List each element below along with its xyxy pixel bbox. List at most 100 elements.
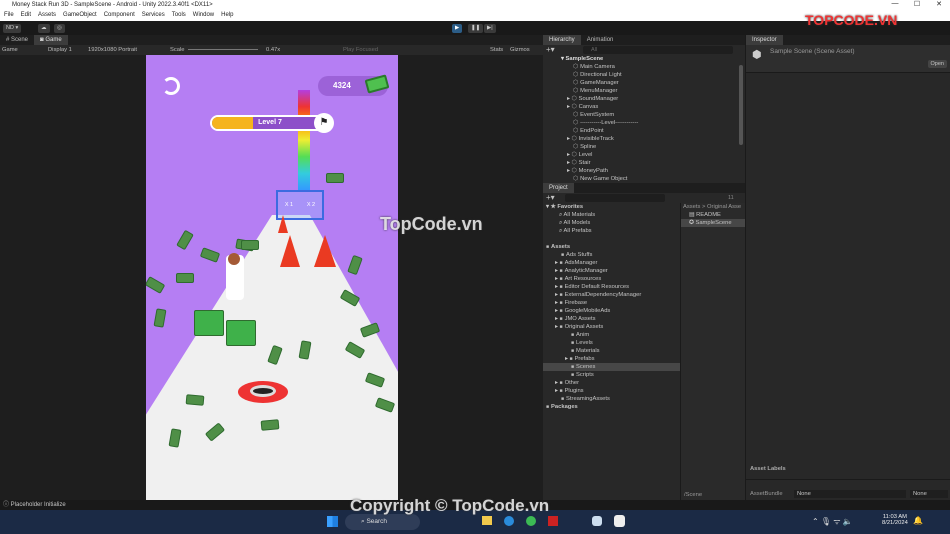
game-view[interactable]: X 1 X 2 4324 Level 7 ⚑: [146, 55, 398, 500]
asset-variant-dropdown[interactable]: None: [910, 490, 948, 498]
tab-scene[interactable]: # Scene: [0, 35, 34, 45]
project-folder[interactable]: Levels: [543, 339, 680, 347]
hierarchy-item[interactable]: New Game Object: [543, 175, 745, 183]
file-samplescene[interactable]: ✪ SampleScene: [681, 219, 745, 227]
menu-edit[interactable]: Edit: [21, 10, 31, 21]
hierarchy-item[interactable]: EventSystem: [543, 111, 745, 119]
tab-inspector[interactable]: Inspector: [746, 35, 783, 45]
hierarchy-item[interactable]: ▸ MoneyPath: [543, 167, 745, 175]
project-folder[interactable]: Scenes: [543, 363, 680, 371]
menu-gameobject[interactable]: GameObject: [63, 10, 97, 21]
scene-root[interactable]: ▾ SampleScene: [543, 55, 745, 63]
add-button[interactable]: +▾: [546, 45, 555, 55]
expand-arrow-icon[interactable]: ▸: [555, 388, 560, 394]
minimize-button[interactable]: —: [884, 0, 906, 10]
assets-folder[interactable]: Assets: [543, 243, 680, 251]
account-button[interactable]: ND ▾: [3, 24, 22, 33]
hierarchy-search-input[interactable]: All: [583, 46, 733, 54]
project-folder[interactable]: ▸ Other: [543, 379, 680, 387]
project-folder[interactable]: ▸ Firebase: [543, 299, 680, 307]
restart-icon[interactable]: [162, 77, 180, 95]
tab-animation[interactable]: Animation: [581, 35, 620, 45]
expand-arrow-icon[interactable]: ▸: [555, 308, 560, 314]
favorite-item[interactable]: ⌕ All Models: [543, 219, 680, 227]
project-folder[interactable]: ▸ AdsManager: [543, 259, 680, 267]
tab-hierarchy[interactable]: Hierarchy: [543, 35, 581, 45]
expand-arrow-icon[interactable]: ▸: [565, 356, 570, 362]
display-dropdown[interactable]: Display 1: [48, 45, 72, 55]
tab-project[interactable]: Project: [543, 183, 574, 193]
hierarchy-item[interactable]: -----------Level------------: [543, 119, 745, 127]
asset-bundle-dropdown[interactable]: None: [794, 490, 906, 498]
hierarchy-scrollbar[interactable]: [739, 65, 743, 145]
project-folder[interactable]: ▸ Original Assets: [543, 323, 680, 331]
stats-button[interactable]: Stats: [490, 45, 503, 55]
expand-arrow-icon[interactable]: ▸: [567, 96, 572, 102]
play-button[interactable]: ▶: [452, 24, 463, 33]
project-folder[interactable]: Materials: [543, 347, 680, 355]
taskbar-search[interactable]: ⌕ Search: [345, 514, 420, 530]
project-folder[interactable]: Ads Stuffs: [543, 251, 680, 259]
project-search-input[interactable]: [565, 194, 665, 202]
expand-arrow-icon[interactable]: ▸: [555, 260, 560, 266]
menu-window[interactable]: Window: [193, 10, 214, 21]
hierarchy-item[interactable]: GameManager: [543, 79, 745, 87]
hierarchy-item[interactable]: ▸ Level: [543, 151, 745, 159]
hierarchy-item[interactable]: ▸ SoundManager: [543, 95, 745, 103]
file-explorer-icon[interactable]: [482, 516, 492, 525]
project-folder[interactable]: Scripts: [543, 371, 680, 379]
hierarchy-item[interactable]: MenuManager: [543, 87, 745, 95]
project-breadcrumb[interactable]: Assets > Original Asse: [681, 203, 745, 211]
expand-arrow-icon[interactable]: ▸: [567, 160, 572, 166]
hierarchy-item[interactable]: Directional Light: [543, 71, 745, 79]
expand-arrow-icon[interactable]: ▸: [555, 300, 560, 306]
app-icon[interactable]: [548, 516, 558, 526]
windows-start-icon[interactable]: [327, 516, 338, 527]
expand-arrow-icon[interactable]: ▸: [567, 136, 572, 142]
expand-arrow-icon[interactable]: ▸: [555, 276, 560, 282]
expand-arrow-icon[interactable]: ▸: [555, 324, 560, 330]
expand-arrow-icon[interactable]: ▸: [555, 316, 560, 322]
hierarchy-item[interactable]: Spline: [543, 143, 745, 151]
tray-icons[interactable]: ⌃ 🎙 ᯤ 🔈: [812, 516, 853, 527]
teams-icon[interactable]: [592, 516, 602, 526]
expand-arrow-icon[interactable]: ▸: [555, 268, 560, 274]
favorite-item[interactable]: ⌕ All Materials: [543, 211, 680, 219]
open-button[interactable]: Open: [927, 60, 947, 68]
play-focused-dropdown[interactable]: Play Focused: [343, 45, 378, 55]
menu-tools[interactable]: Tools: [172, 10, 186, 21]
project-folder[interactable]: ▸ GoogleMobileAds: [543, 307, 680, 315]
project-folder[interactable]: ▸ Plugins: [543, 387, 680, 395]
expand-arrow-icon[interactable]: ▸: [555, 380, 560, 386]
chrome-icon[interactable]: [526, 516, 536, 526]
expand-arrow-icon[interactable]: ▸: [567, 152, 572, 158]
clock[interactable]: 11:03 AM 8/21/2024: [882, 514, 908, 526]
notification-bell-icon[interactable]: 🔔: [913, 516, 923, 525]
menu-component[interactable]: Component: [104, 10, 135, 21]
hierarchy-item[interactable]: ▸ InvisibleTrack: [543, 135, 745, 143]
tab-game[interactable]: ◙ Game: [34, 35, 68, 45]
game-mode-dropdown[interactable]: Game: [2, 45, 18, 55]
cloud-button[interactable]: ☁: [38, 24, 50, 33]
expand-arrow-icon[interactable]: ▸: [555, 292, 560, 298]
project-folder[interactable]: StreamingAssets: [543, 395, 680, 403]
menu-help[interactable]: Help: [221, 10, 233, 21]
create-button[interactable]: +▾: [546, 193, 555, 203]
expand-arrow-icon[interactable]: ▸: [567, 168, 572, 174]
favorites-header[interactable]: ▾ ★ Favorites: [543, 203, 680, 211]
menu-services[interactable]: Services: [142, 10, 165, 21]
close-button[interactable]: ✕: [928, 0, 950, 10]
project-folder[interactable]: ▸ ExternalDependencyManager: [543, 291, 680, 299]
gizmos-button[interactable]: Gizmos: [510, 45, 530, 55]
expand-arrow-icon[interactable]: ▸: [567, 104, 572, 110]
edge-icon[interactable]: [504, 516, 514, 526]
project-folder[interactable]: Anim: [543, 331, 680, 339]
project-folder[interactable]: ▸ Prefabs: [543, 355, 680, 363]
hierarchy-item[interactable]: ▸ Canvas: [543, 103, 745, 111]
project-folder[interactable]: ▸ Editor Default Resources: [543, 283, 680, 291]
favorite-item[interactable]: ⌕ All Prefabs: [543, 227, 680, 235]
collab-button[interactable]: ◎: [54, 24, 65, 33]
hierarchy-item[interactable]: EndPoint: [543, 127, 745, 135]
scale-slider[interactable]: [188, 49, 258, 50]
hierarchy-item[interactable]: ▸ Stair: [543, 159, 745, 167]
